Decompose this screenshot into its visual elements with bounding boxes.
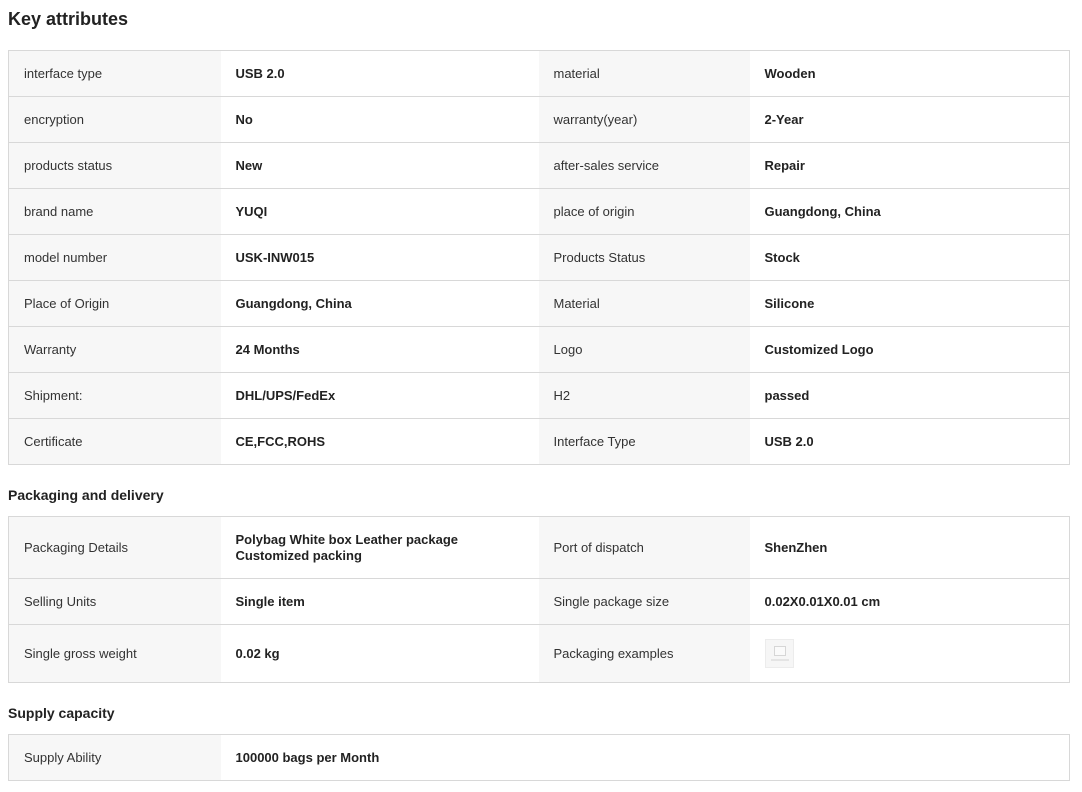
attr-value: 100000 bags per Month — [220, 734, 1070, 781]
attr-value: 2-Year — [749, 96, 1070, 143]
table-row: Warranty 24 Months Logo Customized Logo — [8, 326, 1070, 373]
attr-value: ShenZhen — [749, 516, 1070, 579]
key-attributes-table: interface type USB 2.0 material Wooden e… — [8, 50, 1070, 465]
attr-label: H2 — [538, 372, 750, 419]
table-row: Supply Ability 100000 bags per Month — [8, 734, 1070, 781]
packaging-title: Packaging and delivery — [8, 487, 164, 503]
attr-label: warranty(year) — [538, 96, 750, 143]
table-row: Shipment: DHL/UPS/FedEx H2 passed — [8, 372, 1070, 419]
attr-value: 0.02X0.01X0.01 cm — [749, 578, 1070, 625]
table-row: encryption No warranty(year) 2-Year — [8, 96, 1070, 143]
supply-title: Supply capacity — [8, 705, 115, 721]
attr-value: CE,FCC,ROHS — [220, 418, 539, 465]
image-placeholder-icon — [773, 646, 786, 656]
attr-value: Wooden — [749, 50, 1070, 97]
attr-label: Material — [538, 280, 750, 327]
attr-label: Packaging Details — [8, 516, 221, 579]
attr-label: Certificate — [8, 418, 221, 465]
attr-value: USK-INW015 — [220, 234, 539, 281]
attr-label: Place of Origin — [8, 280, 221, 327]
packaging-example-thumbnail[interactable] — [764, 639, 794, 668]
table-row: interface type USB 2.0 material Wooden — [8, 50, 1070, 97]
attr-value — [749, 624, 1070, 683]
attr-label: after-sales service — [538, 142, 750, 189]
table-row: Packaging Details Polybag White box Leat… — [8, 516, 1070, 579]
attr-value: YUQI — [220, 188, 539, 235]
attr-label: place of origin — [538, 188, 750, 235]
attr-value: Silicone — [749, 280, 1070, 327]
attr-label: interface type — [8, 50, 221, 97]
table-row: Selling Units Single item Single package… — [8, 578, 1070, 625]
key-attributes-title: Key attributes — [8, 9, 129, 29]
attr-value: New — [220, 142, 539, 189]
attr-label: Shipment: — [8, 372, 221, 419]
attr-label: Packaging examples — [538, 624, 750, 683]
attr-label: Selling Units — [8, 578, 221, 625]
attr-label: encryption — [8, 96, 221, 143]
table-row: Place of Origin Guangdong, China Materia… — [8, 280, 1070, 327]
attr-label: Warranty — [8, 326, 221, 373]
attr-label: model number — [8, 234, 221, 281]
attr-value: No — [220, 96, 539, 143]
table-row: model number USK-INW015 Products Status … — [8, 234, 1070, 281]
attr-label: Port of dispatch — [538, 516, 750, 579]
attr-value: Stock — [749, 234, 1070, 281]
attr-value: 24 Months — [220, 326, 539, 373]
supply-table: Supply Ability 100000 bags per Month — [8, 734, 1070, 781]
table-row: brand name YUQI place of origin Guangdon… — [8, 188, 1070, 235]
table-row: Certificate CE,FCC,ROHS Interface Type U… — [8, 418, 1070, 465]
attr-label: Products Status — [538, 234, 750, 281]
table-row: products status New after-sales service … — [8, 142, 1070, 189]
attr-value: USB 2.0 — [749, 418, 1070, 465]
attr-value: DHL/UPS/FedEx — [220, 372, 539, 419]
attr-value: Repair — [749, 142, 1070, 189]
attr-value: Guangdong, China — [220, 280, 539, 327]
attr-value: Customized Logo — [749, 326, 1070, 373]
attr-label: Logo — [538, 326, 750, 373]
attr-label: Interface Type — [538, 418, 750, 465]
attr-value: Guangdong, China — [749, 188, 1070, 235]
attr-value: USB 2.0 — [220, 50, 539, 97]
attr-value: 0.02 kg — [220, 624, 539, 683]
attr-label: Single package size — [538, 578, 750, 625]
table-row: Single gross weight 0.02 kg Packaging ex… — [8, 624, 1070, 683]
attr-value: Polybag White box Leather package Custom… — [220, 516, 539, 579]
attr-label: brand name — [8, 188, 221, 235]
attr-label: products status — [8, 142, 221, 189]
attr-value: passed — [749, 372, 1070, 419]
attr-label: material — [538, 50, 750, 97]
attr-value: Single item — [220, 578, 539, 625]
attr-label: Supply Ability — [8, 734, 221, 781]
packaging-table: Packaging Details Polybag White box Leat… — [8, 516, 1070, 683]
attr-label: Single gross weight — [8, 624, 221, 683]
